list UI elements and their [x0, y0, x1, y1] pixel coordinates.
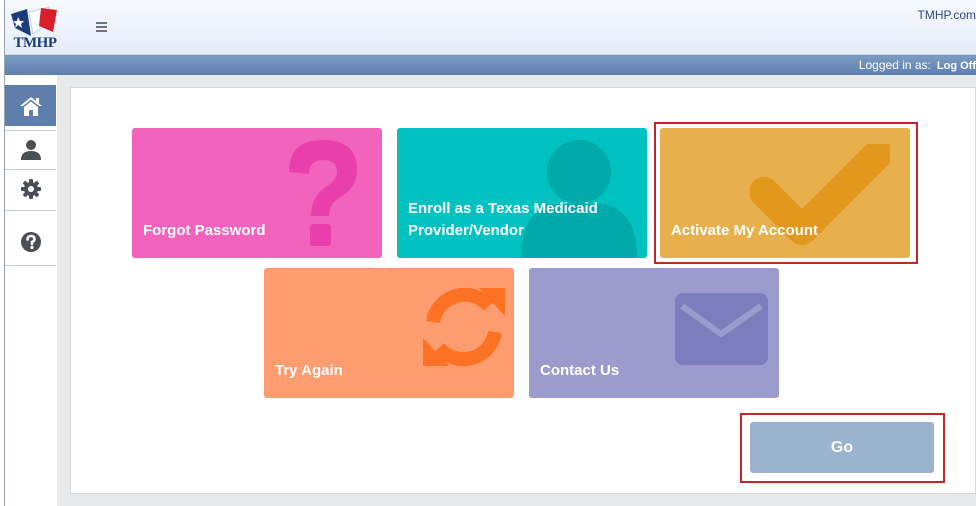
gear-icon: [20, 179, 41, 199]
go-button[interactable]: Go: [750, 422, 934, 473]
forgot-password-label: Forgot Password: [143, 222, 266, 239]
logged-in-label: Logged in as:: [858, 58, 931, 72]
enroll-label-line2: Provider/Vendor: [408, 222, 524, 239]
activate-highlight-box: [654, 122, 918, 264]
nav-item-user[interactable]: [5, 131, 56, 169]
nav-item-home[interactable]: [5, 85, 56, 126]
top-header: TMHP TMHP.com: [5, 0, 976, 55]
status-bar: Logged in as: Log Off: [5, 55, 976, 75]
contact-us-label: Contact Us: [540, 362, 620, 379]
enroll-label-line1: Enroll as a Texas Medicaid: [408, 200, 598, 217]
site-link[interactable]: TMHP.com: [918, 8, 976, 22]
nav-item-help[interactable]: [5, 223, 56, 261]
user-icon: [20, 140, 41, 160]
content-area: Forgot Password Enroll as a Texas Medica…: [57, 75, 976, 506]
refresh-icon: [423, 287, 505, 367]
app-window: TMHP TMHP.com Logged in as: Log Off Forg…: [0, 0, 976, 506]
question-icon: [20, 232, 41, 252]
options-panel: Forgot Password Enroll as a Texas Medica…: [70, 87, 976, 494]
log-off-link[interactable]: Log Off: [937, 60, 976, 72]
home-icon: [19, 96, 42, 116]
tmhp-logo[interactable]: TMHP: [9, 6, 61, 52]
enroll-label: Enroll as a Texas Medicaid Provider/Vend…: [408, 198, 598, 242]
try-again-tile[interactable]: Try Again: [264, 268, 514, 398]
try-again-label: Try Again: [275, 362, 343, 379]
hamburger-menu-icon[interactable]: [93, 18, 111, 36]
nav-item-settings[interactable]: [5, 170, 56, 208]
logo-text: TMHP: [13, 35, 58, 51]
forgot-password-tile[interactable]: Forgot Password: [132, 128, 382, 258]
nav-separator: [5, 265, 56, 266]
side-nav: [5, 75, 56, 506]
enroll-tile[interactable]: Enroll as a Texas Medicaid Provider/Vend…: [397, 128, 647, 258]
nav-separator: [5, 210, 56, 211]
contact-us-tile[interactable]: Contact Us: [529, 268, 779, 398]
login-status: Logged in as: Log Off: [859, 58, 976, 72]
question-mark-icon: [289, 140, 357, 246]
envelope-icon: [675, 293, 768, 365]
